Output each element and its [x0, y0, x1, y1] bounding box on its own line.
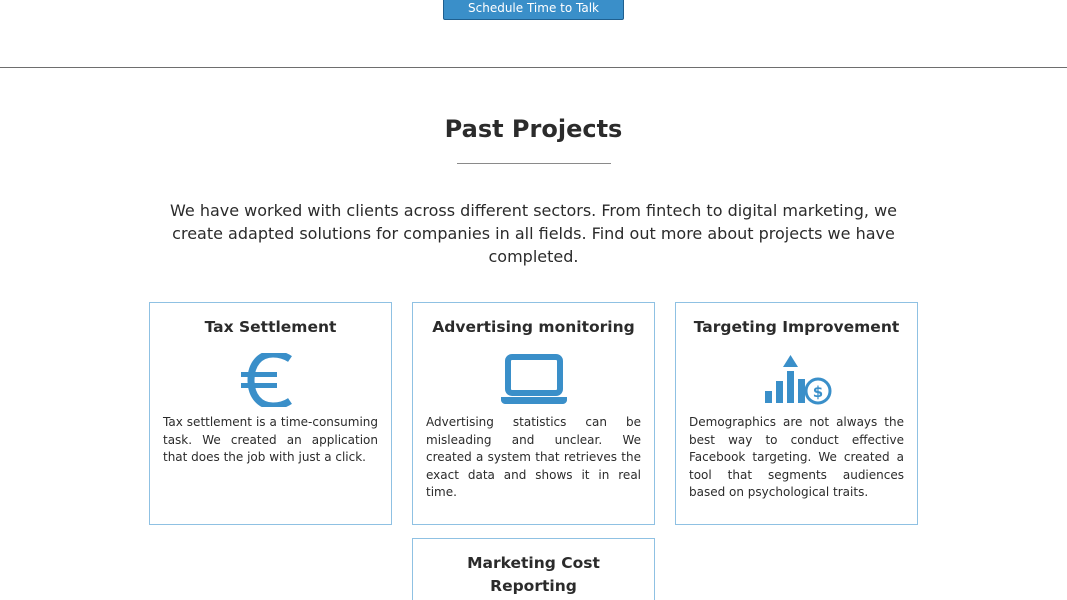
project-card-marketing-cost-reporting[interactable]: Marketing Cost Reporting — [412, 538, 655, 600]
project-card-tax-settlement[interactable]: Tax Settlement Tax settlement is a time-… — [149, 302, 392, 525]
card-description: Demographics are not always the best way… — [689, 415, 904, 499]
section-divider — [0, 67, 1067, 68]
card-description: Advertising statistics can be misleading… — [426, 415, 641, 499]
page: Schedule Time to Talk Past Projects We h… — [0, 0, 1067, 600]
title-underline — [457, 163, 611, 164]
project-card-advertising-monitoring[interactable]: Advertising monitoring Advertising stati… — [412, 302, 655, 525]
section-title: Past Projects — [444, 115, 623, 143]
card-title: Advertising monitoring — [432, 318, 635, 336]
svg-text:$: $ — [812, 383, 822, 401]
card-title: Marketing Cost Reporting — [467, 554, 600, 595]
card-title: Tax Settlement — [204, 318, 337, 336]
laptop-icon — [500, 354, 567, 404]
schedule-time-button[interactable]: Schedule Time to Talk — [443, 0, 624, 20]
euro-icon — [240, 353, 292, 407]
card-description: Tax settlement is a time-consuming task.… — [163, 415, 378, 464]
card-title: Targeting Improvement — [693, 318, 900, 336]
project-card-targeting-improvement[interactable]: Targeting Improvement $ Demographics are… — [675, 302, 918, 525]
growth-chart-dollar-icon: $ — [764, 355, 831, 405]
section-intro: We have worked with clients across diffe… — [170, 201, 897, 266]
